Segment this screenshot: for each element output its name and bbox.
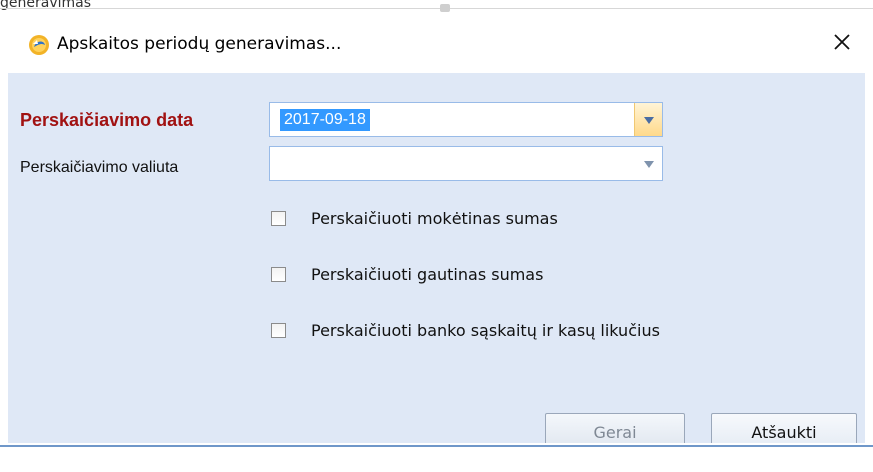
close-button[interactable] bbox=[827, 29, 857, 59]
dialog-bottom-border bbox=[0, 445, 873, 447]
background-scroll-mark bbox=[440, 4, 450, 12]
chevron-down-icon bbox=[643, 155, 654, 173]
recalculate-bank-cash-balances-checkbox[interactable] bbox=[271, 323, 286, 338]
currency-dropdown-button[interactable] bbox=[634, 147, 662, 180]
recalculate-receivables-label[interactable]: Perskaičiuoti gautinas sumas bbox=[311, 265, 543, 284]
recalculate-receivables-option[interactable]: Perskaičiuoti gautinas sumas bbox=[271, 265, 543, 284]
period-generation-dialog: Apskaitos periodų generavimas... Perskai… bbox=[0, 17, 873, 472]
close-icon bbox=[833, 33, 851, 56]
recalculate-receivables-checkbox[interactable] bbox=[271, 267, 286, 282]
recalculation-currency-label: Perskaičiavimo valiuta bbox=[20, 159, 179, 176]
recalculate-payables-checkbox[interactable] bbox=[271, 211, 286, 226]
recalculation-currency-dropdown[interactable] bbox=[269, 146, 663, 181]
chevron-down-icon bbox=[643, 111, 654, 129]
partial-background-title: generavimas bbox=[0, 0, 92, 11]
recalculate-payables-label[interactable]: Perskaičiuoti mokėtinas sumas bbox=[311, 209, 558, 228]
dialog-titlebar: Apskaitos periodų generavimas... bbox=[0, 17, 873, 73]
recalculate-payables-option[interactable]: Perskaičiuoti mokėtinas sumas bbox=[271, 209, 558, 228]
background-divider bbox=[0, 8, 873, 9]
app-logo-icon bbox=[28, 34, 50, 56]
recalculate-bank-cash-balances-label[interactable]: Perskaičiuoti banko sąskaitų ir kasų lik… bbox=[311, 321, 660, 340]
recalculation-currency-value[interactable] bbox=[280, 153, 288, 175]
recalculation-date-label: Perskaičiavimo data bbox=[20, 110, 194, 130]
dialog-title: Apskaitos periodų generavimas... bbox=[57, 34, 342, 54]
date-dropdown-button[interactable] bbox=[634, 103, 662, 136]
dialog-content: Perskaičiavimo data 2017-09-18 Perskaiči… bbox=[8, 73, 865, 451]
recalculation-date-value[interactable]: 2017-09-18 bbox=[280, 109, 370, 131]
recalculate-bank-cash-balances-option[interactable]: Perskaičiuoti banko sąskaitų ir kasų lik… bbox=[271, 321, 660, 340]
recalculation-date-dropdown[interactable]: 2017-09-18 bbox=[269, 102, 663, 137]
